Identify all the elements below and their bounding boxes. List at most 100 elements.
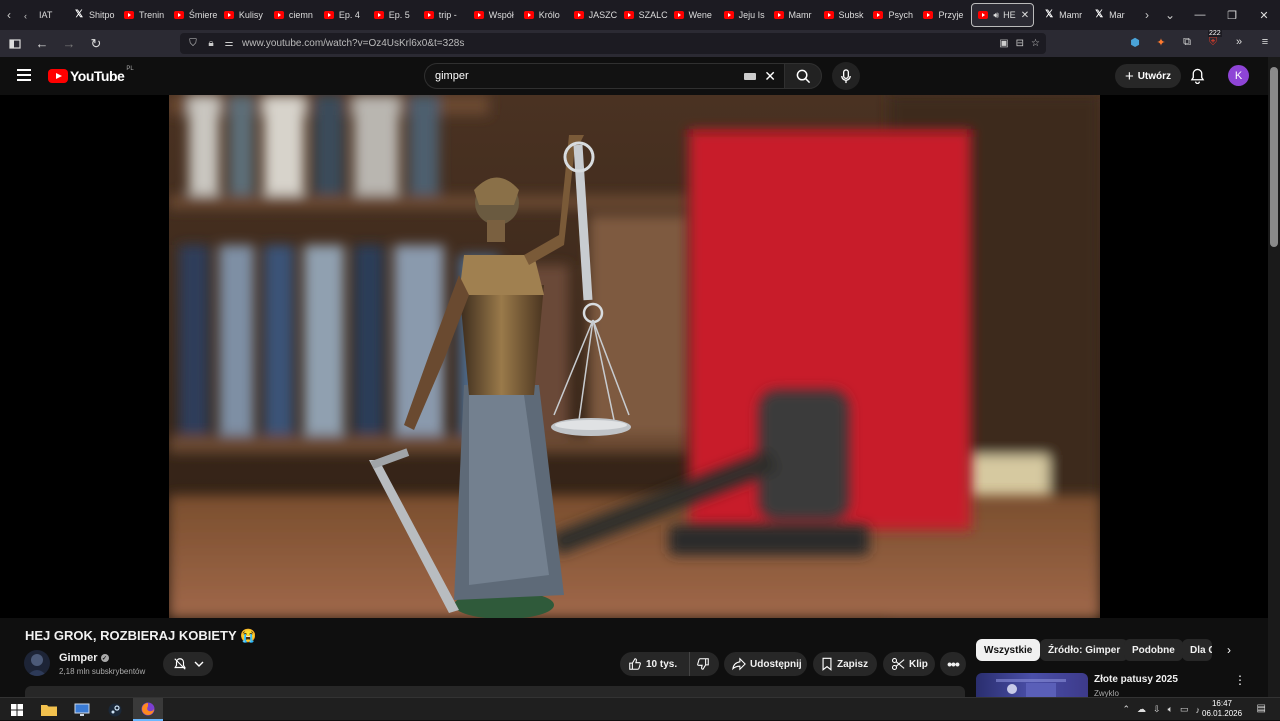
- browser-tab[interactable]: Ep. 4: [318, 0, 368, 30]
- channel-avatar[interactable]: [24, 650, 50, 676]
- tab-list-dropdown-button[interactable]: ⌄: [1156, 0, 1184, 30]
- tab-close-icon[interactable]: ✕: [1021, 10, 1029, 21]
- minimize-button[interactable]: —: [1184, 9, 1216, 21]
- browser-tab[interactable]: Jeju Is: [718, 0, 768, 30]
- start-button[interactable]: [2, 698, 32, 721]
- permissions-icon[interactable]: ⚌: [222, 38, 236, 49]
- browser-tab[interactable]: Królo: [518, 0, 568, 30]
- shield-extension-icon[interactable]: ⬢: [1126, 33, 1144, 51]
- chip-all[interactable]: Wszystkie: [976, 639, 1041, 661]
- browser-tab[interactable]: Ep. 5: [368, 0, 418, 30]
- browser-tab[interactable]: 𝕏 Shitpo: [68, 0, 118, 30]
- maximize-button[interactable]: ❐: [1216, 9, 1248, 22]
- clear-search-icon[interactable]: ✕: [764, 68, 776, 85]
- save-button[interactable]: Zapisz: [813, 652, 877, 676]
- keyboard-icon[interactable]: [744, 72, 757, 80]
- address-bar[interactable]: ⛉ 🔒︎ ⚌ www.youtube.com/watch?v=Oz4UsKrl6…: [180, 33, 1046, 54]
- video-frame[interactable]: [169, 95, 1100, 618]
- browser-tab[interactable]: Trenin: [118, 0, 168, 30]
- chip-for-you[interactable]: Dla Ci: [1182, 639, 1212, 661]
- tabs-scroll-left-button[interactable]: ‹: [0, 0, 18, 30]
- back-button[interactable]: ←: [30, 32, 54, 56]
- taskbar-clock[interactable]: 16:47 06.01.2026: [1202, 698, 1242, 719]
- youtube-favicon-icon: [123, 11, 134, 19]
- scrollbar-thumb[interactable]: [1270, 67, 1278, 247]
- page-scrollbar[interactable]: [1268, 57, 1280, 697]
- recommendation-title[interactable]: Złote patusy 2025: [1094, 674, 1178, 685]
- network-icon[interactable]: ▭: [1180, 704, 1189, 715]
- firefox-taskbar-icon[interactable]: [133, 698, 163, 721]
- steam-icon[interactable]: [100, 698, 130, 721]
- bookmark-star-icon[interactable]: ☆: [1031, 38, 1040, 49]
- browser-tab[interactable]: Mamr: [768, 0, 818, 30]
- share-button[interactable]: Udostępnij: [724, 652, 807, 676]
- browser-tab[interactable]: SZALC: [618, 0, 668, 30]
- close-window-button[interactable]: ✕: [1248, 9, 1280, 22]
- sidebar-toggle-icon[interactable]: [3, 32, 27, 56]
- ublock-extension-icon[interactable]: ⛨ 222: [1204, 30, 1222, 51]
- clip-button[interactable]: Klip: [883, 652, 935, 676]
- browser-tab[interactable]: Kulisy: [218, 0, 268, 30]
- firefox-extension-icon[interactable]: ✦: [1152, 33, 1170, 51]
- chip-source-channel[interactable]: Źródło: Gimper: [1040, 639, 1129, 661]
- tabs-scroll-right-button[interactable]: ›: [1138, 0, 1156, 30]
- account-avatar[interactable]: K: [1228, 65, 1249, 86]
- recommendation-menu-icon[interactable]: ⋮: [1234, 673, 1246, 687]
- description-box[interactable]: [25, 686, 965, 697]
- reader-view-icon[interactable]: ⊟: [1016, 38, 1024, 49]
- tab-label: Wene: [688, 10, 712, 20]
- reload-button[interactable]: ↻: [84, 32, 108, 56]
- browser-tab[interactable]: 𝕏 Mar: [1088, 0, 1138, 30]
- video-player[interactable]: [0, 95, 1268, 618]
- speaker-icon[interactable]: 🔈︎: [1168, 704, 1173, 715]
- search-value[interactable]: gimper: [435, 70, 469, 82]
- country-code: PL: [126, 66, 134, 72]
- app-menu-icon[interactable]: ≡: [1256, 33, 1274, 51]
- youtube-logo[interactable]: YouTube PL: [48, 66, 134, 84]
- browser-tab[interactable]: ‹ IAT: [18, 0, 68, 30]
- search-input[interactable]: gimper ✕: [424, 63, 784, 89]
- overflow-chevron-icon[interactable]: »: [1230, 33, 1248, 51]
- browser-tab[interactable]: Współ: [468, 0, 518, 30]
- chip-related[interactable]: Podobne: [1124, 639, 1183, 661]
- notification-center-icon[interactable]: ▤: [1257, 703, 1266, 714]
- channel-name[interactable]: Gimper ✓: [59, 652, 109, 664]
- browser-tab[interactable]: 𝕏 Mamr: [1038, 0, 1088, 30]
- usb-icon[interactable]: ⇩: [1153, 704, 1161, 715]
- guide-menu-icon[interactable]: [17, 69, 31, 81]
- browser-tab[interactable]: Subsk: [818, 0, 868, 30]
- create-button[interactable]: + Utwórz: [1115, 64, 1181, 88]
- picture-in-picture-icon[interactable]: ▣: [999, 38, 1008, 49]
- browser-tab[interactable]: trip -: [418, 0, 468, 30]
- monitor-app-icon[interactable]: [67, 698, 97, 721]
- search-button[interactable]: [784, 63, 822, 89]
- cloud-icon[interactable]: ☁: [1137, 704, 1146, 715]
- browser-tab-active[interactable]: 🔊︎ HE ✕: [971, 3, 1035, 27]
- browser-tab[interactable]: Wene: [668, 0, 718, 30]
- browser-tab[interactable]: ciemn: [268, 0, 318, 30]
- voice-search-button[interactable]: [832, 62, 860, 90]
- like-button[interactable]: 10 tys.: [620, 652, 690, 676]
- browser-tab[interactable]: Psych: [867, 0, 917, 30]
- forward-button[interactable]: →: [57, 32, 81, 56]
- recommendation-thumbnail[interactable]: [976, 673, 1088, 697]
- chevron-right-icon[interactable]: ›: [1220, 641, 1238, 659]
- file-explorer-icon[interactable]: [34, 698, 64, 721]
- scissors-icon: [891, 657, 905, 671]
- tray-overflow-chevron-icon[interactable]: ⌃: [1122, 704, 1130, 715]
- shield-icon[interactable]: ⛉: [186, 38, 200, 49]
- channel-name-text[interactable]: Gimper: [59, 652, 98, 664]
- volume-icon[interactable]: ♪: [1196, 705, 1201, 715]
- dislike-button[interactable]: [690, 657, 719, 671]
- puzzle-extensions-icon[interactable]: ⧉: [1178, 33, 1196, 51]
- subscription-notifications-button[interactable]: [163, 652, 213, 676]
- url-text[interactable]: www.youtube.com/watch?v=Oz4UsKrl6x0&t=32…: [242, 38, 464, 49]
- more-actions-button[interactable]: •••: [940, 652, 966, 676]
- tab-audio-icon[interactable]: 🔊︎: [993, 10, 999, 21]
- browser-tab[interactable]: JASZC: [568, 0, 618, 30]
- browser-tab[interactable]: Śmiere: [168, 0, 218, 30]
- browser-tab[interactable]: Przyje: [917, 0, 967, 30]
- notifications-bell-icon[interactable]: [1190, 68, 1205, 89]
- lock-icon[interactable]: 🔒︎: [204, 38, 218, 49]
- youtube-favicon-icon: [923, 11, 934, 19]
